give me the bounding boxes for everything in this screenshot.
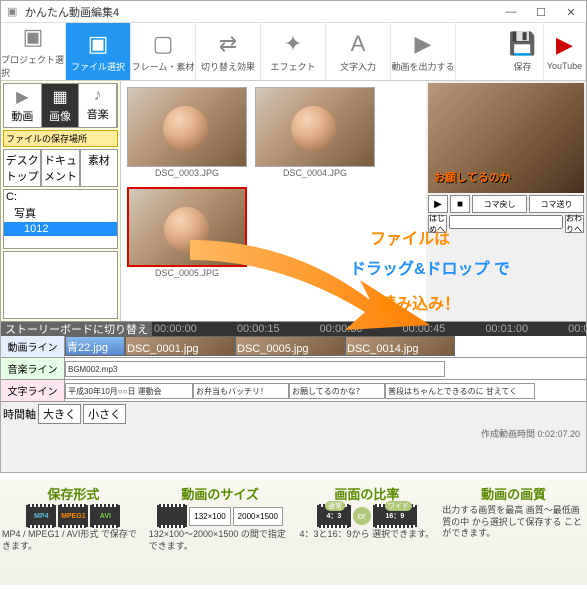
loc-documents[interactable]: ドキュメント bbox=[41, 149, 79, 187]
track-label-video: 動画ライン bbox=[1, 336, 65, 357]
text-clip[interactable]: 普段はちゃんとできるのに 甘えてく bbox=[385, 383, 535, 399]
folder-tree[interactable]: C: 写真 1012 bbox=[3, 189, 118, 249]
promo-format: 保存形式 MP4 MPEG1 AVI MP4 / MPEG1 / AVI形式 で… bbox=[2, 484, 145, 581]
preview-overlay-text: お願してるのか bbox=[434, 169, 511, 185]
clip[interactable]: 青22.jpg bbox=[65, 336, 125, 356]
text-icon: A bbox=[351, 31, 366, 57]
audio-clip[interactable]: BGM002.mp3 bbox=[65, 361, 445, 377]
minimize-button[interactable]: — bbox=[496, 1, 526, 23]
ribbon-save[interactable]: 💾保存 bbox=[502, 23, 544, 80]
export-icon: ▶ bbox=[415, 31, 432, 57]
file-icon: ▣ bbox=[88, 31, 109, 57]
ribbon-youtube[interactable]: ▶YouTube bbox=[544, 23, 586, 80]
ribbon-frame[interactable]: ▢フレーム・素材 bbox=[131, 23, 196, 80]
thumb-image bbox=[127, 187, 247, 267]
track-label-text: 文字ライン bbox=[1, 380, 65, 401]
track-label-audio: 音楽ライン bbox=[1, 358, 65, 379]
project-icon: ▣ bbox=[23, 24, 44, 50]
zoom-label: 時間軸 bbox=[3, 406, 36, 422]
location-header: ファイルの保存場所 bbox=[3, 130, 118, 147]
thumb-image bbox=[255, 87, 375, 167]
clip[interactable]: DSC_0014.jpg bbox=[345, 336, 455, 356]
status-bar: 作成動画時間 0:02:07.20 bbox=[1, 426, 586, 441]
media-tab-image[interactable]: ▦画像 bbox=[42, 84, 80, 127]
ribbon-text[interactable]: A文字入力 bbox=[326, 23, 391, 80]
thumb-label: DSC_0004.JPG bbox=[283, 168, 347, 178]
left-panel: ▶動画 ▦画像 ♪音楽 ファイルの保存場所 デスクトップ ドキュメント 素材 C… bbox=[1, 81, 121, 321]
goend-button[interactable]: おわりへ bbox=[565, 215, 584, 233]
save-icon: 💾 bbox=[509, 31, 536, 57]
music-icon: ♪ bbox=[79, 87, 116, 105]
frameback-button[interactable]: コマ戻し bbox=[472, 195, 527, 213]
ratio-box: 4：3通常 bbox=[317, 505, 351, 527]
transition-icon: ⇄ bbox=[219, 31, 237, 57]
callout-line3: 読み込み！ bbox=[380, 290, 460, 314]
film-icon: MP4 bbox=[26, 505, 56, 527]
ratio-box: 16：9ワイド bbox=[373, 505, 417, 527]
ribbon: ▣プロジェクト選択 ▣ファイル選択 ▢フレーム・素材 ⇄切り替え効果 ✦エフェク… bbox=[1, 23, 586, 81]
preview-panel: お願してるのか ▶ ■ コマ戻し コマ送り はじめへ おわりへ bbox=[426, 81, 586, 321]
audio-track[interactable]: BGM002.mp3 bbox=[65, 358, 586, 379]
thumbnail-selected[interactable]: DSC_0005.JPG bbox=[127, 187, 247, 279]
promo-ratio: 画面の比率 4：3通常 or 16：9ワイド 4：3と16：9から 選択できます… bbox=[296, 484, 439, 581]
app-icon: ▣ bbox=[7, 5, 21, 19]
promo-strip: 保存形式 MP4 MPEG1 AVI MP4 / MPEG1 / AVI形式 で… bbox=[0, 480, 587, 585]
thumb-image bbox=[127, 87, 247, 167]
ribbon-effect[interactable]: ✦エフェクト bbox=[261, 23, 326, 80]
media-tab-audio[interactable]: ♪音楽 bbox=[79, 84, 117, 127]
app-window: ▣ かんたん動画編集4 — ☐ ✕ ▣プロジェクト選択 ▣ファイル選択 ▢フレー… bbox=[0, 0, 587, 473]
loc-desktop[interactable]: デスクトップ bbox=[3, 149, 41, 187]
close-button[interactable]: ✕ bbox=[556, 1, 586, 23]
thumb-label: DSC_0003.JPG bbox=[155, 168, 219, 178]
youtube-icon: ▶ bbox=[556, 32, 573, 58]
clip[interactable]: DSC_0005.jpg bbox=[235, 336, 345, 356]
video-track[interactable]: 青22.jpg DSC_0001.jpg DSC_0005.jpg DSC_00… bbox=[65, 336, 586, 357]
stop-button[interactable]: ■ bbox=[450, 195, 470, 213]
tree-item[interactable]: C: bbox=[4, 190, 117, 204]
titlebar: ▣ かんたん動画編集4 — ☐ ✕ bbox=[1, 1, 586, 23]
tree-item-selected[interactable]: 1012 bbox=[4, 222, 117, 236]
film-icon: MPEG1 bbox=[58, 505, 88, 527]
video-icon: ▶ bbox=[4, 87, 41, 107]
time-input[interactable] bbox=[449, 215, 563, 229]
loc-material[interactable]: 素材 bbox=[80, 149, 118, 187]
film-icon: AVI bbox=[90, 505, 120, 527]
window-title: かんたん動画編集4 bbox=[25, 4, 119, 20]
text-clip[interactable]: お弁当もバッチリ！ bbox=[193, 383, 289, 399]
text-clip[interactable]: 平成30年10月○○日 運動会 bbox=[65, 383, 193, 399]
tree-item[interactable]: 写真 bbox=[4, 204, 117, 222]
clip[interactable]: DSC_0001.jpg bbox=[125, 336, 235, 356]
thumbnail[interactable]: DSC_0004.JPG bbox=[255, 87, 375, 179]
callout-line1: ファイルは bbox=[370, 225, 450, 249]
zoom-out-button[interactable]: 小さく bbox=[83, 404, 126, 424]
ribbon-project[interactable]: ▣プロジェクト選択 bbox=[1, 23, 66, 80]
text-track[interactable]: 平成30年10月○○日 運動会 お弁当もバッチリ！ お願してるのかな？ 普段はち… bbox=[65, 380, 586, 401]
ribbon-export[interactable]: ▶動画を出力する bbox=[391, 23, 456, 80]
thumbnail[interactable]: DSC_0003.JPG bbox=[127, 87, 247, 179]
ribbon-file[interactable]: ▣ファイル選択 bbox=[66, 23, 131, 80]
left-spacer bbox=[3, 251, 118, 319]
framefwd-button[interactable]: コマ送り bbox=[529, 195, 584, 213]
time-ruler: 00:00:0000:00:1500:00:3000:00:4500:01:00… bbox=[152, 323, 586, 335]
effect-icon: ✦ bbox=[284, 31, 302, 57]
callout-line2: ドラッグ&ドロップ で bbox=[350, 255, 510, 279]
storyboard-switch[interactable]: ストーリーボードに切り替え bbox=[1, 322, 152, 336]
or-badge: or bbox=[353, 507, 371, 525]
maximize-button[interactable]: ☐ bbox=[526, 1, 556, 23]
film-icon bbox=[157, 505, 187, 527]
preview-display: お願してるのか bbox=[428, 83, 584, 193]
thumb-label: DSC_0005.JPG bbox=[155, 268, 219, 278]
frame-icon: ▢ bbox=[153, 31, 174, 57]
image-icon: ▦ bbox=[42, 87, 79, 107]
media-tab-video[interactable]: ▶動画 bbox=[4, 84, 42, 127]
play-button[interactable]: ▶ bbox=[428, 195, 448, 213]
zoom-in-button[interactable]: 大きく bbox=[38, 404, 81, 424]
ribbon-transition[interactable]: ⇄切り替え効果 bbox=[196, 23, 261, 80]
text-clip[interactable]: お願してるのかな？ bbox=[289, 383, 385, 399]
timeline: ストーリーボードに切り替え 00:00:0000:00:1500:00:3000… bbox=[1, 321, 586, 441]
promo-quality: 動画の画質 出力する画質を最高 画質〜最低画質の中 から選択して保存する ことが… bbox=[442, 484, 585, 581]
thumbnail-grid: DSC_0003.JPG DSC_0004.JPG DSC_0005.JPG bbox=[121, 81, 426, 321]
promo-size: 動画のサイズ 132×100 2000×1500 132×100〜2000×15… bbox=[149, 484, 292, 581]
